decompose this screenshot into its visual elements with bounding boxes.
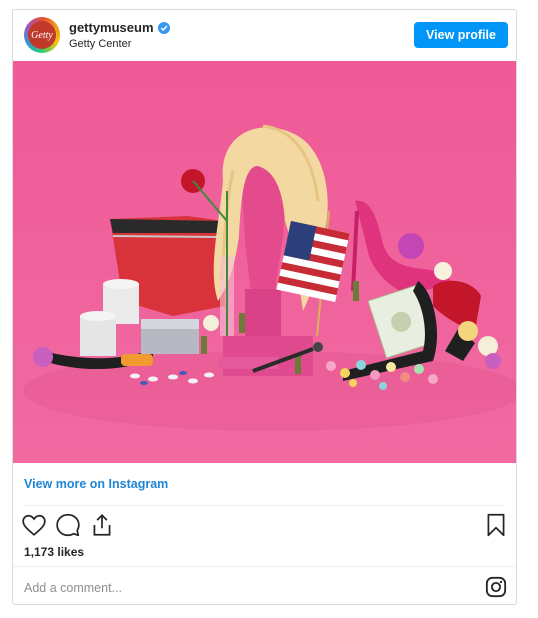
view-more-link[interactable]: View more on Instagram [24,477,168,491]
username-row: gettymuseum [69,20,170,35]
instagram-icon[interactable] [485,576,507,598]
comment-icon[interactable] [55,512,81,538]
action-bar [21,512,511,538]
avatar[interactable]: Getty [24,17,60,53]
bookmark-icon[interactable] [483,512,509,538]
post-header: Getty gettymuseum Getty Center View prof… [13,10,516,60]
likes-count[interactable]: 1,173 likes [24,545,84,559]
divider [24,505,505,506]
heart-icon[interactable] [21,512,47,538]
comment-input[interactable]: Add a comment... [24,581,122,595]
share-icon[interactable] [89,512,115,538]
divider [13,566,516,567]
avatar-logo: Getty [28,21,56,49]
verified-badge-icon [157,21,170,34]
location[interactable]: Getty Center [69,38,131,50]
instagram-embed-card: Getty gettymuseum Getty Center View prof… [12,9,517,605]
view-profile-button[interactable]: View profile [414,22,508,48]
post-image[interactable] [13,61,516,463]
post-image-illustration [13,61,516,463]
username[interactable]: gettymuseum [69,20,154,35]
